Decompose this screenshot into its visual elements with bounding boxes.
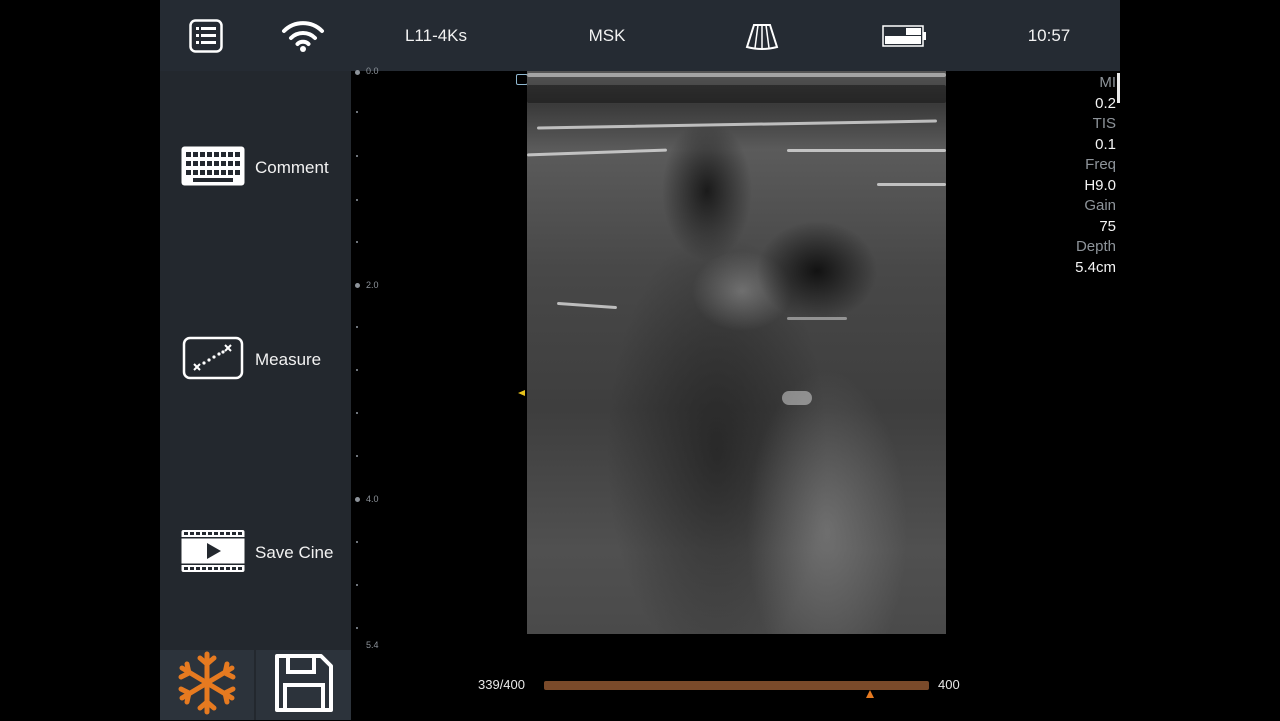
depth-minor-tick [356, 326, 358, 328]
echo-line [877, 183, 946, 186]
echo-line [537, 119, 937, 130]
depth-minor-tick [356, 584, 358, 586]
gain-value: 75 [1099, 217, 1116, 235]
depth-tick-label: 5.4 [366, 640, 379, 650]
preset-name[interactable]: MSK [572, 0, 642, 71]
keyboard-icon [180, 145, 246, 192]
depth-tick-dot [355, 283, 360, 288]
tis-label: TIS [1092, 115, 1116, 132]
bottom-buttons [160, 650, 351, 720]
tis-value: 0.1 [1095, 135, 1116, 153]
save-image-button[interactable] [256, 650, 351, 720]
echo-line [527, 73, 946, 77]
freeze-button[interactable] [160, 650, 254, 720]
params-scrollbar [1117, 73, 1120, 103]
comment-button[interactable]: Comment [180, 143, 350, 193]
gain-label: Gain [1084, 197, 1116, 214]
floppy-disk-icon [273, 652, 335, 719]
ultrasound-image[interactable] [527, 71, 946, 634]
depth-tick-dot [355, 497, 360, 502]
depth-value: 5.4cm [1075, 258, 1116, 276]
depth-tick-dot [355, 70, 360, 75]
save-cine-label: Save Cine [255, 543, 334, 562]
imaging-parameters: MI 0.2 TIS 0.1 Freq H9.0 Gain 75 Depth 5… [1036, 73, 1116, 278]
depth-tick-label: 0.0 [366, 66, 379, 76]
probe-name[interactable]: L11-4Ks [396, 0, 476, 71]
depth-ruler: 0.0 2.0 4.0 5.4 [353, 66, 393, 661]
sidebar: Comment Measure Save Cine [160, 71, 351, 720]
depth-minor-tick [356, 199, 358, 201]
cine-total-frames: 400 [938, 677, 960, 692]
probe-sector-icon[interactable] [740, 0, 784, 71]
battery-icon [880, 0, 928, 71]
echo-line [556, 301, 618, 310]
cine-track[interactable] [544, 681, 929, 690]
cine-frame-counter: 339/400 [478, 677, 525, 692]
wifi-icon[interactable] [278, 0, 328, 71]
echo-line [787, 149, 946, 152]
save-cine-button[interactable]: Save Cine [180, 528, 350, 578]
measure-label: Measure [255, 350, 322, 369]
echo-band [527, 85, 946, 103]
depth-minor-tick [356, 627, 358, 629]
echo-line [527, 148, 668, 157]
echo-bright-spot [782, 391, 812, 405]
depth-tick-label: 2.0 [366, 280, 379, 290]
depth-minor-tick [356, 155, 358, 157]
focus-marker[interactable] [518, 390, 525, 396]
cine-thumb[interactable] [866, 690, 875, 698]
measure-button[interactable]: Measure [180, 335, 350, 385]
depth-minor-tick [356, 111, 358, 113]
cine-scrubber: 339/400 400 [478, 672, 978, 698]
depth-minor-tick [356, 412, 358, 414]
depth-tick-label: 4.0 [366, 494, 379, 504]
top-bar: L11-4Ks MSK 10:57 [160, 0, 1120, 71]
depth-minor-tick [356, 369, 358, 371]
list-menu-icon[interactable] [186, 0, 226, 71]
freq-label: Freq [1085, 156, 1116, 173]
mi-label: MI [1099, 74, 1116, 91]
depth-label: Depth [1075, 238, 1116, 255]
depth-minor-tick [356, 241, 358, 243]
measure-icon [180, 335, 246, 386]
film-play-icon [180, 528, 246, 579]
freq-value: H9.0 [1084, 176, 1116, 194]
comment-label: Comment [255, 158, 329, 177]
mi-value: 0.2 [1095, 94, 1116, 112]
snowflake-icon [175, 650, 239, 721]
depth-minor-tick [356, 541, 358, 543]
ultrasound-app: L11-4Ks MSK 10:57 Comment Measure Save C… [160, 0, 1120, 720]
clock: 10:57 [1027, 25, 1071, 45]
depth-minor-tick [356, 455, 358, 457]
echo-line [787, 317, 847, 320]
